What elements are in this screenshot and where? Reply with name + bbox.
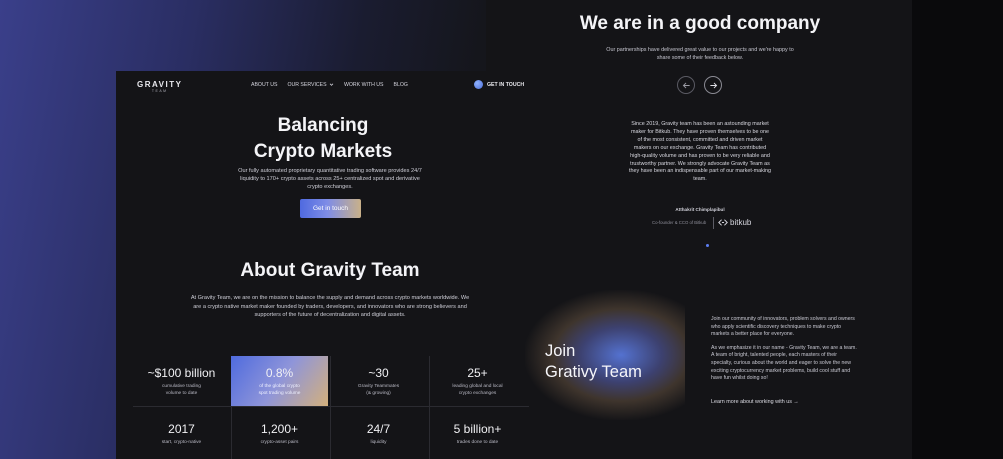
carousel-indicator[interactable]	[706, 244, 709, 247]
nav-item-services-label: OUR SERVICES	[287, 82, 327, 88]
join-text: Join our community of innovators, proble…	[711, 316, 859, 383]
testimonial-nav	[677, 76, 722, 94]
stat-item: ~$100 billion cumulative trading volume …	[133, 366, 230, 398]
stat-label: Gravity Teammates (& growing)	[357, 384, 400, 396]
get-in-touch-nav-button[interactable]: GET IN TOUCH	[474, 80, 524, 89]
stat-value: ~30	[368, 366, 389, 380]
stats-divider	[133, 406, 529, 407]
nav-item-blog[interactable]: BLOG	[393, 82, 407, 88]
chevron-down-icon	[329, 83, 334, 86]
stat-value: 25+	[467, 366, 488, 380]
about-title: About Gravity Team	[240, 260, 420, 281]
company-title: We are in a good company	[579, 13, 821, 34]
stat-label: leading global and local crypto exchange…	[452, 384, 503, 396]
arrow-right-icon	[709, 82, 717, 88]
divider	[713, 217, 714, 229]
stat-value: 0.8%	[265, 366, 294, 380]
join-paragraph: As we emphasize it in our name - Gravity…	[711, 344, 857, 382]
stat-item: 1,200+ crypto-asset pairs	[231, 422, 328, 447]
circle-dot-icon	[474, 80, 483, 89]
join-title-line1: Join	[545, 342, 576, 360]
stat-label: cumulative trading volume to date	[162, 384, 201, 396]
testimonial-quote: Since 2019, Gravity team has been an ast…	[628, 121, 772, 183]
join-paragraph: Join our community of innovators, proble…	[711, 316, 855, 338]
stats-grid: ~$100 billion cumulative trading volume …	[133, 356, 529, 459]
stat-item: 25+ leading global and local crypto exch…	[429, 366, 526, 398]
join-title-line2: Grativy Team	[545, 363, 642, 381]
prev-testimonial-button[interactable]	[677, 76, 695, 94]
stat-label: crypto-asset pairs	[260, 440, 299, 445]
next-testimonial-button[interactable]	[704, 76, 722, 94]
logo-text: GRAVITY	[137, 80, 183, 89]
stat-value: 2017	[168, 422, 195, 436]
gravity-logo[interactable]: GRAVITY TEAM	[137, 80, 182, 93]
main-nav: ABOUT US OUR SERVICES WORK WITH US BLOG	[251, 82, 408, 88]
get-in-touch-button[interactable]: Get in touch	[300, 199, 361, 218]
logo-subtext: TEAM	[151, 89, 168, 93]
bitkub-logo-icon	[718, 219, 728, 226]
stat-item-highlighted: 0.8% of the global crypto spot trading v…	[231, 356, 328, 406]
stat-label: of the global crypto spot trading volume	[258, 384, 301, 396]
about-description: At Gravity Team, we are on the mission t…	[190, 295, 470, 318]
stat-label: trades done to date	[456, 440, 499, 445]
testimonial-author-role: Co-founder & CCO of Bitkub	[652, 220, 707, 225]
nav-item-work[interactable]: WORK WITH US	[344, 82, 383, 88]
join-title: Join Grativy Team	[545, 341, 642, 383]
stat-label: start, crypto-native	[161, 440, 202, 445]
hero-title: Balancing Crypto Markets	[116, 113, 530, 165]
get-in-touch-nav-label: GET IN TOUCH	[487, 81, 525, 88]
nav-item-about[interactable]: ABOUT US	[251, 82, 277, 88]
stat-label: liquidity	[370, 440, 387, 445]
hero-description: Our fully automated proprietary quantita…	[238, 168, 422, 190]
testimonial-author: Atthakrit Chimplapibul	[675, 207, 725, 212]
stat-item: ~30 Gravity Teammates (& growing)	[330, 366, 427, 398]
company-description: Our partnerships have delivered great va…	[606, 47, 794, 61]
stat-value: ~$100 billion	[147, 366, 216, 380]
bitkub-brand: bitkub	[718, 218, 751, 227]
stat-value: 24/7	[366, 422, 391, 436]
arrow-left-icon	[682, 82, 690, 88]
hero-title-line1: Balancing	[277, 115, 369, 136]
stat-item: 2017 start, crypto-native	[133, 422, 230, 447]
nav-item-services[interactable]: OUR SERVICES	[287, 82, 334, 88]
stat-value: 5 billion+	[453, 422, 502, 436]
stat-item: 5 billion+ trades done to date	[429, 422, 526, 447]
bitkub-brand-label: bitkub	[730, 218, 752, 227]
learn-more-link[interactable]: Learn more about working with us →	[711, 399, 799, 405]
hero-title-line2: Crypto Markets	[253, 141, 393, 162]
stat-value: 1,200+	[260, 422, 299, 436]
dark-edge-strip	[912, 0, 1003, 459]
stat-item: 24/7 liquidity	[330, 422, 427, 447]
